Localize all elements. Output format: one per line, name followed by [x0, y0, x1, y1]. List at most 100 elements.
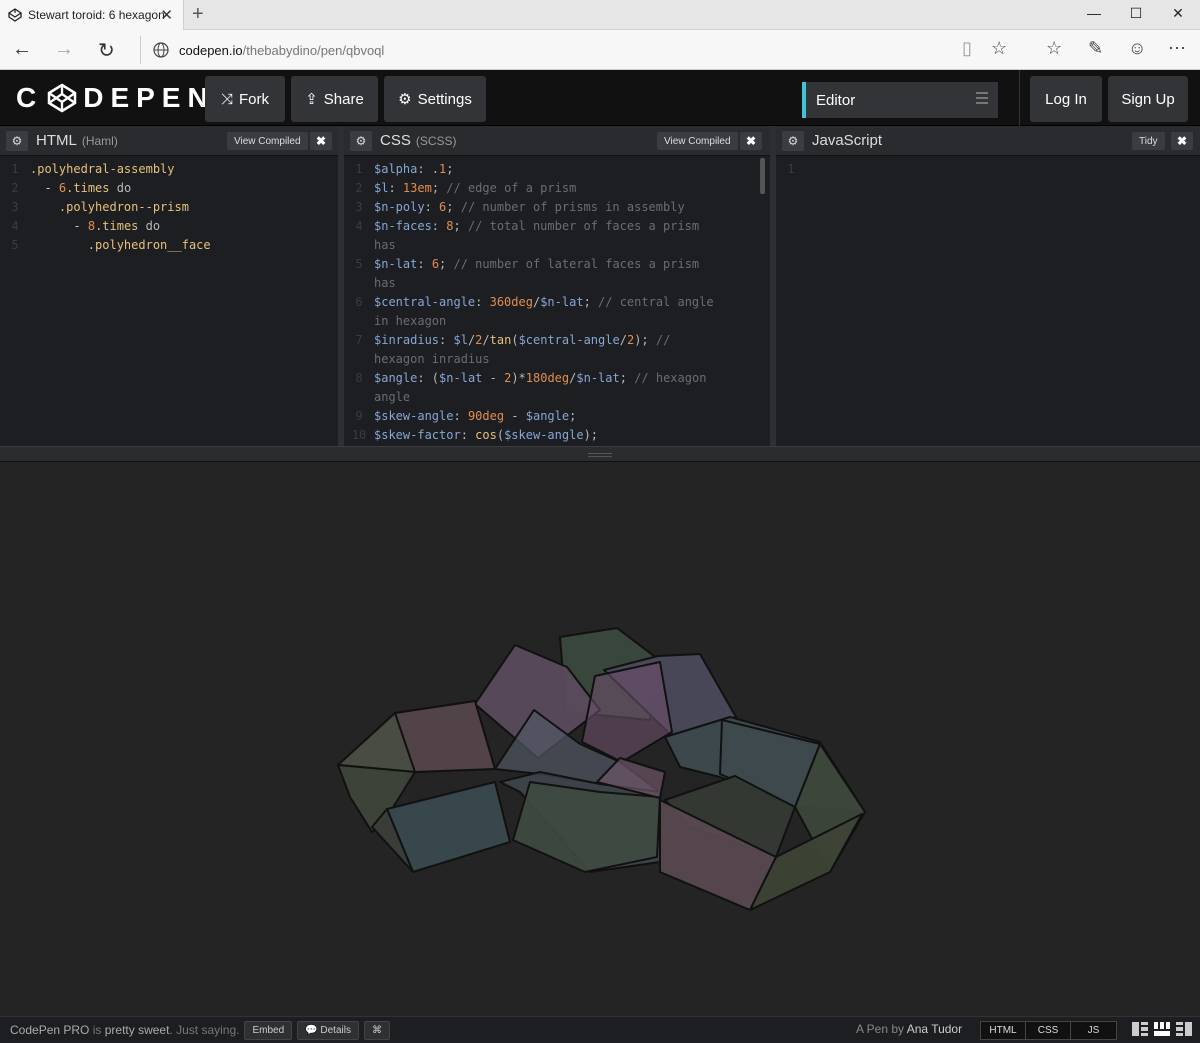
code-line[interactable]: 6 $central-angle: 360deg/$n-lat; // centr…	[344, 293, 770, 331]
browser-tab[interactable]: Stewart toroid: 6 hexagon ✕	[0, 0, 184, 30]
css-code-editor[interactable]: 1 $alpha: .1; 2 $l: 13em; // edge of a pris…	[344, 156, 770, 445]
css-preprocessor: (SCSS)	[415, 133, 457, 148]
layout-left-icon[interactable]	[1132, 1022, 1148, 1036]
view-js-button[interactable]: JS	[1071, 1022, 1116, 1039]
code-text: - 6.times do	[44, 181, 132, 195]
url-field[interactable]: codepen.io/thebabydino/pen/qbvoql	[140, 36, 940, 64]
line-number: 1	[355, 162, 363, 176]
comment-icon: 💬	[305, 1024, 318, 1036]
close-window-icon[interactable]: ✕	[1168, 5, 1188, 22]
author-link[interactable]: Ana Tudor	[907, 1022, 962, 1036]
codepen-header: C DEPEN ⤨ Fork ⇪ Share ⚙ Settings Editor Lo…	[0, 70, 1200, 126]
html-view-compiled-button[interactable]: View Compiled	[227, 132, 308, 150]
feedback-smiley-icon[interactable]: ☺	[1128, 38, 1146, 59]
line-number: 3	[355, 200, 363, 214]
js-close-icon[interactable]: ✖	[1171, 132, 1193, 150]
code-line[interactable]: 4 - 8.times do	[0, 217, 338, 236]
codepen-logo-icon	[47, 83, 77, 113]
minimize-icon[interactable]: —	[1084, 5, 1104, 21]
css-close-icon[interactable]: ✖	[740, 132, 762, 150]
code-line[interactable]: 1 $alpha: .1;	[344, 160, 770, 179]
maximize-icon[interactable]: ☐	[1126, 5, 1146, 22]
html-editor-pane: ⚙ HTML (Haml) View Compiled ✖ 1 .polyhedr…	[0, 126, 338, 446]
html-pane-title: HTML	[36, 132, 77, 149]
line-number: 8	[355, 371, 363, 385]
js-settings-gear-icon[interactable]: ⚙	[782, 130, 804, 151]
line-number: 1	[787, 162, 795, 176]
login-button[interactable]: Log In	[1030, 76, 1102, 122]
tab-close-icon[interactable]: ✕	[160, 6, 173, 24]
line-number: 1	[11, 162, 19, 176]
code-line[interactable]: 4 $n-faces: 8; // total number of faces a…	[344, 217, 770, 255]
more-icon[interactable]: ⋯	[1168, 38, 1186, 59]
code-line[interactable]: 1	[776, 160, 1200, 179]
resize-grip-icon	[588, 453, 612, 457]
code-text: .polyhedron__face	[87, 238, 211, 252]
code-line[interactable]: 5 $n-lat: 6; // number of lateral faces a…	[344, 255, 770, 293]
css-settings-gear-icon[interactable]: ⚙	[350, 130, 372, 151]
code-text: $skew-angle: 90deg - $angle;	[374, 409, 577, 423]
tab-title: Stewart toroid: 6 hexagon	[28, 8, 165, 22]
fork-button[interactable]: ⤨ Fork	[205, 76, 285, 122]
keyboard-shortcuts-button[interactable]: ⌘	[363, 1020, 390, 1040]
new-tab-icon[interactable]: +	[192, 3, 204, 26]
css-pane-title: CSS	[380, 132, 411, 149]
editor-view-select[interactable]: Editor	[802, 82, 998, 118]
css-scrollbar[interactable]	[760, 158, 765, 194]
refresh-icon[interactable]: ↻	[98, 38, 115, 63]
code-line[interactable]: 7 $inradius: $l/2/tan($central-angle/2); …	[344, 331, 770, 369]
line-number: 9	[355, 409, 363, 423]
code-line[interactable]: 2 $l: 13em; // edge of a prism	[344, 179, 770, 198]
view-html-button[interactable]: HTML	[981, 1022, 1026, 1039]
result-preview	[0, 462, 1200, 1016]
code-text: $l: 13em; // edge of a prism	[374, 181, 577, 195]
code-text: $skew-factor: cos($skew-angle);	[374, 428, 599, 442]
details-button[interactable]: 💬 Details	[297, 1020, 359, 1040]
js-code-editor[interactable]: 1	[776, 156, 1200, 179]
code-line[interactable]: 5 .polyhedron__face	[0, 236, 338, 255]
js-tidy-button[interactable]: Tidy	[1132, 132, 1165, 150]
css-view-compiled-button[interactable]: View Compiled	[657, 132, 738, 150]
share-button[interactable]: ⇪ Share	[291, 76, 378, 122]
code-line[interactable]: 8 $angle: ($n-lat - 2)*180deg/$n-lat; // …	[344, 369, 770, 407]
codepen-logo[interactable]: C DEPEN	[16, 82, 215, 114]
stewart-toroid-render	[337, 627, 866, 911]
line-number: 3	[11, 200, 19, 214]
html-code-editor[interactable]: 1 .polyhedral-assembly 2 - 6.times do 3 .po…	[0, 156, 338, 255]
favorite-star-icon[interactable]: ☆	[991, 38, 1007, 59]
line-number: 6	[355, 295, 363, 309]
reading-view-icon[interactable]: ▯	[962, 38, 972, 59]
globe-icon	[153, 42, 169, 58]
code-text: - 8.times do	[73, 219, 161, 233]
signup-button[interactable]: Sign Up	[1108, 76, 1188, 122]
favorites-hub-icon[interactable]: ☆	[1046, 38, 1062, 59]
code-line[interactable]: 10 $skew-factor: cos($skew-angle);	[344, 426, 770, 445]
web-note-icon[interactable]: ✎	[1088, 38, 1103, 59]
line-number: 4	[355, 219, 363, 233]
line-number: 2	[11, 181, 19, 195]
code-line[interactable]: 1 .polyhedral-assembly	[0, 160, 338, 179]
code-line[interactable]: 9 $skew-angle: 90deg - $angle;	[344, 407, 770, 426]
line-number: 2	[355, 181, 363, 195]
fork-icon: ⤨	[220, 90, 233, 108]
url-path: /thebabydino/pen/qbvoql	[242, 42, 385, 58]
preview-resizer[interactable]	[0, 446, 1200, 462]
code-line[interactable]: 3 .polyhedron--prism	[0, 198, 338, 217]
layout-right-icon[interactable]	[1176, 1022, 1192, 1036]
code-line[interactable]: 2 - 6.times do	[0, 179, 338, 198]
forward-icon[interactable]: →	[54, 38, 74, 61]
code-text: $angle: ($n-lat - 2)*180deg/$n-lat; // h…	[374, 371, 714, 404]
footer-bar: CodePen PRO is pretty sweet. Just saying…	[0, 1016, 1200, 1043]
pro-promo-text[interactable]: CodePen PRO is pretty sweet. Just saying…	[10, 1023, 239, 1037]
html-settings-gear-icon[interactable]: ⚙	[6, 130, 28, 151]
html-close-icon[interactable]: ✖	[310, 132, 332, 150]
embed-button[interactable]: Embed	[244, 1020, 293, 1040]
back-icon[interactable]: ←	[12, 38, 32, 61]
code-text: $n-poly: 6; // number of prisms in assem…	[374, 200, 685, 214]
settings-button[interactable]: ⚙ Settings	[384, 76, 486, 122]
pen-credit: A Pen by Ana Tudor	[856, 1022, 963, 1036]
code-text: $n-lat: 6; // number of lateral faces a …	[374, 257, 707, 290]
layout-top-icon[interactable]	[1154, 1022, 1170, 1036]
code-line[interactable]: 3 $n-poly: 6; // number of prisms in asse…	[344, 198, 770, 217]
view-css-button[interactable]: CSS	[1026, 1022, 1071, 1039]
